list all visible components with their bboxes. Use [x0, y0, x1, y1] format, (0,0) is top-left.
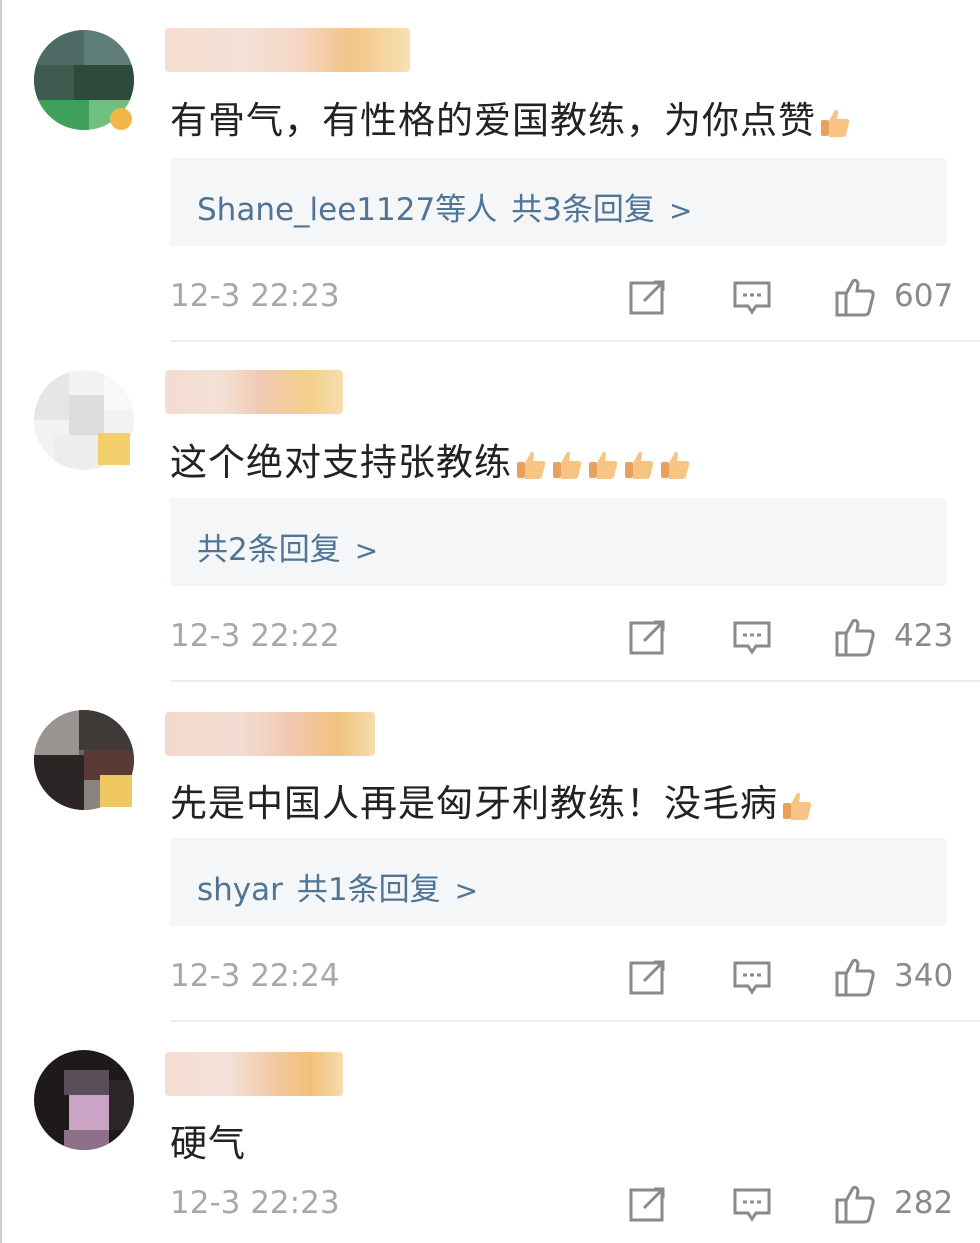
thumbs-up-emoji-icon: [661, 451, 690, 479]
comment-text-body: 有骨气，有性格的爱国教练，为你点赞: [170, 99, 816, 142]
share-icon[interactable]: [628, 278, 668, 318]
comment-icon[interactable]: [732, 1185, 772, 1225]
share-icon[interactable]: [628, 958, 668, 998]
reply-preview[interactable]: Shane_lee1127等人 共3条回复 >: [170, 158, 947, 246]
comment-text: 硬气: [170, 1113, 246, 1167]
comment-footer: 12-3 22:22 423: [170, 616, 954, 658]
timestamp: 12-3 22:23: [170, 1185, 340, 1221]
reply-link[interactable]: shyar 共1条回复 >: [197, 864, 478, 909]
comment-footer: 12-3 22:23 282: [170, 1183, 954, 1225]
comment-text-body: 这个绝对支持张教练: [170, 441, 512, 484]
thumbs-up-emoji-icon: [517, 451, 546, 479]
reply-preview[interactable]: shyar 共1条回复 >: [170, 838, 947, 926]
badge-icon: [100, 775, 132, 807]
page-left-border: [0, 0, 2, 1243]
comment-icon[interactable]: [732, 958, 772, 998]
avatar[interactable]: [34, 1050, 134, 1150]
timestamp: 12-3 22:22: [170, 618, 340, 654]
chevron-right-icon: >: [668, 194, 693, 227]
thumbs-up-emoji-icon: [783, 792, 812, 820]
like-count: 607: [894, 278, 954, 314]
comment-text-body: 硬气: [170, 1122, 246, 1165]
chevron-right-icon: >: [454, 874, 479, 907]
like-count: 282: [894, 1185, 954, 1221]
divider: [170, 1020, 980, 1022]
like-count: 340: [894, 958, 954, 994]
timestamp: 12-3 22:23: [170, 278, 340, 314]
reply-users: Shane_lee1127等人: [197, 192, 498, 228]
comment-footer: 12-3 22:24 340: [170, 956, 954, 998]
reply-link[interactable]: 共2条回复 >: [197, 524, 378, 569]
thumbs-up-emoji-icon: [821, 109, 850, 137]
like-count: 423: [894, 618, 954, 654]
comment-text: 有骨气，有性格的爱国教练，为你点赞: [170, 90, 852, 144]
divider: [170, 340, 980, 342]
chevron-right-icon: >: [354, 534, 379, 567]
comment-text-body: 先是中国人再是匈牙利教练！没毛病: [170, 782, 778, 825]
thumbs-up-icon[interactable]: [834, 616, 876, 658]
reply-count: 共3条回复: [511, 192, 655, 228]
username-blurred[interactable]: [165, 28, 410, 72]
thumbs-up-emoji-icon: [589, 451, 618, 479]
thumbs-up-icon[interactable]: [834, 276, 876, 318]
thumbs-up-icon[interactable]: [834, 956, 876, 998]
divider: [170, 680, 980, 682]
badge-icon: [98, 433, 130, 465]
verified-badge-icon: [110, 108, 132, 130]
share-icon[interactable]: [628, 618, 668, 658]
comment-footer: 12-3 22:23 607: [170, 276, 954, 318]
thumbs-up-emoji-icon: [625, 451, 654, 479]
username-blurred[interactable]: [165, 370, 343, 414]
username-blurred[interactable]: [165, 1052, 343, 1096]
comment-text: 先是中国人再是匈牙利教练！没毛病: [170, 773, 814, 827]
reply-users: shyar: [197, 872, 283, 908]
reply-count: 共1条回复: [296, 872, 441, 908]
timestamp: 12-3 22:24: [170, 958, 340, 994]
comment-icon[interactable]: [732, 618, 772, 658]
comment-icon[interactable]: [732, 278, 772, 318]
thumbs-up-emoji-icon: [553, 451, 582, 479]
comment-text: 这个绝对支持张教练: [170, 432, 692, 486]
reply-count: 共2条回复: [197, 532, 341, 568]
reply-link[interactable]: Shane_lee1127等人 共3条回复 >: [197, 184, 692, 229]
reply-preview[interactable]: 共2条回复 >: [170, 498, 947, 586]
username-blurred[interactable]: [165, 712, 375, 756]
thumbs-up-icon[interactable]: [834, 1183, 876, 1225]
share-icon[interactable]: [628, 1185, 668, 1225]
